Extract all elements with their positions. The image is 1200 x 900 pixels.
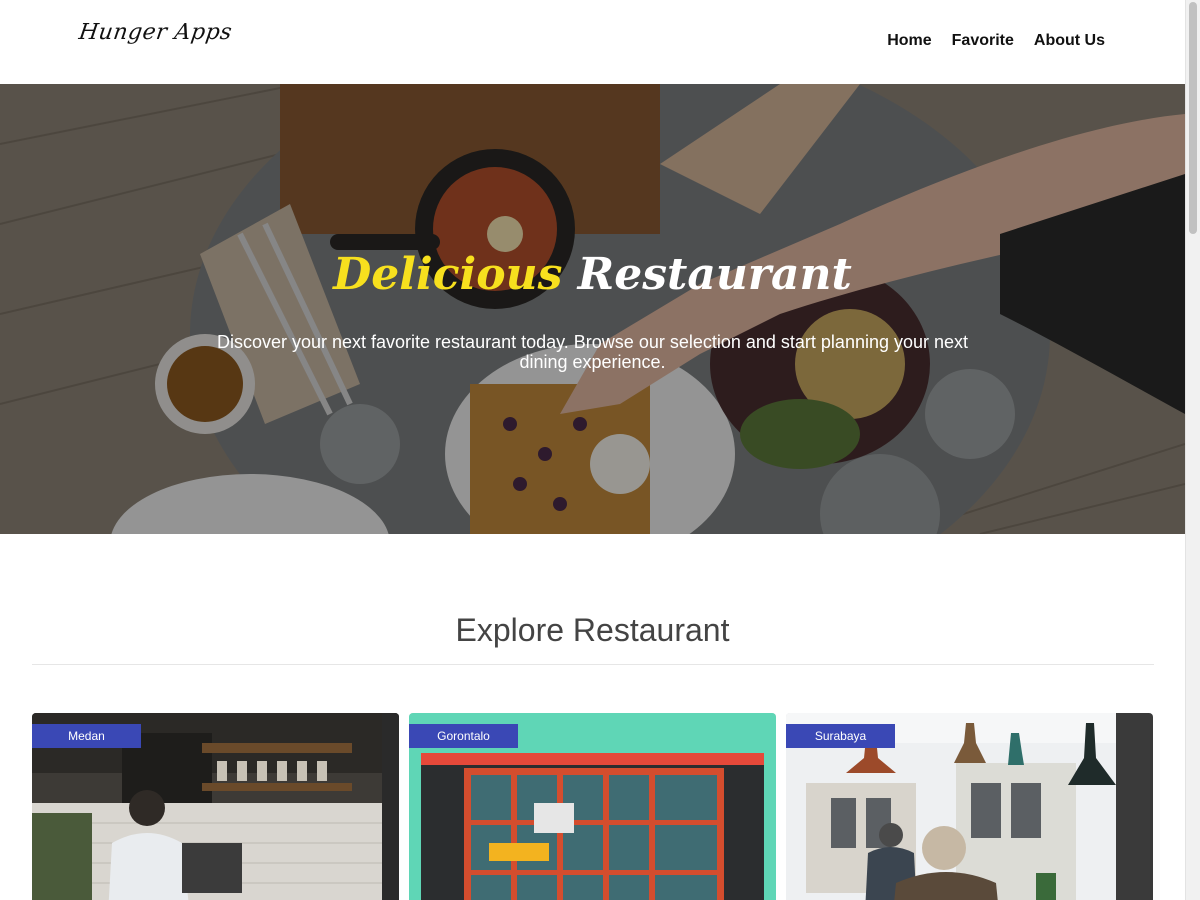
city-badge: Medan [32,724,141,748]
hero-banner: Delicious Restaurant Discover your next … [0,84,1185,534]
hero-overlay [0,84,1185,534]
site-header: Hunger Apps Home Favorite About Us [0,0,1185,84]
hero-title-rest: Restaurant [577,249,852,300]
nav-about-us[interactable]: About Us [1034,32,1105,50]
main-nav: Home Favorite About Us [887,32,1105,50]
restaurant-card-medan[interactable]: Medan [32,713,399,900]
section-divider [32,664,1154,665]
hero-subtitle: Discover your next favorite restaurant t… [216,332,969,372]
page: Hunger Apps Home Favorite About Us Delic… [0,0,1185,900]
nav-favorite[interactable]: Favorite [952,32,1014,50]
city-badge: Gorontalo [409,724,518,748]
hero-title: Delicious Restaurant [0,249,1185,300]
nav-home[interactable]: Home [887,32,931,50]
site-logo[interactable]: Hunger Apps [77,20,233,45]
restaurant-card-gorontalo[interactable]: Gorontalo [409,713,776,900]
scrollbar-thumb[interactable] [1189,2,1197,234]
restaurant-card-surabaya[interactable]: Surabaya [786,713,1153,900]
explore-title: Explore Restaurant [455,612,730,648]
page-scrollbar[interactable] [1185,0,1200,900]
restaurant-list: Medan Gorontalo Surabaya [32,713,1153,900]
hero-title-accent: Delicious [333,249,563,300]
city-badge: Surabaya [786,724,895,748]
explore-section: Explore Restaurant Medan Gorontalo Surab… [0,534,1185,900]
